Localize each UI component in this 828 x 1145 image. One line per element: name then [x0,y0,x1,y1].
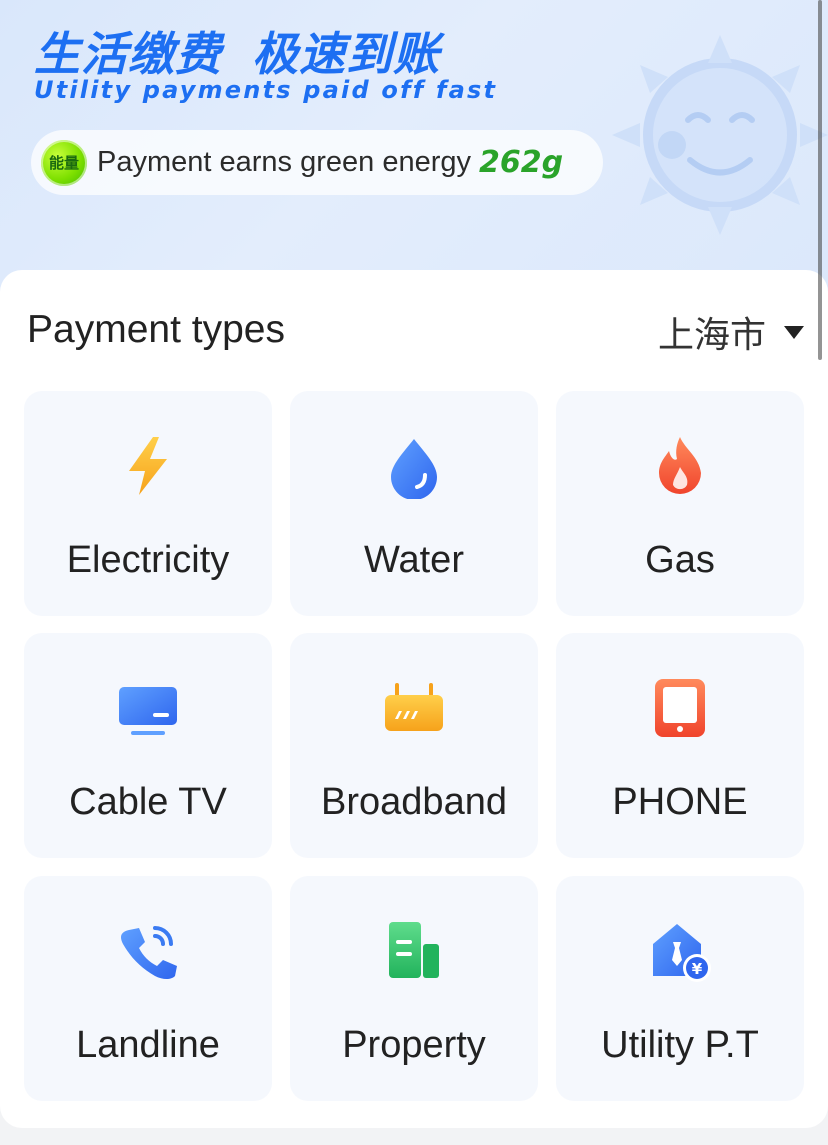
tile-cable-tv[interactable]: Cable TV [24,633,272,858]
bottom-strip [0,1128,828,1145]
energy-text: Payment earns green energy [97,146,471,178]
lightning-icon [129,437,167,495]
tile-label: Landline [76,1024,220,1066]
mobile-phone-icon [655,679,705,737]
tile-label: Electricity [66,539,230,581]
tile-electricity[interactable]: Electricity [24,391,272,616]
tile-label: Water [364,539,464,581]
section-title: Payment types [27,308,285,351]
tile-label: Utility P.T [601,1024,759,1066]
svg-text:¥: ¥ [692,960,703,978]
tile-property[interactable]: Property [290,876,538,1101]
city-label: 上海市 [657,315,766,356]
city-selector[interactable]: 上海市 [658,306,804,358]
tile-utility-pt[interactable]: ¥ Utility P.T [556,876,804,1101]
payment-types-card: Payment types 上海市 Electricity Water Gas [0,270,828,1128]
building-icon [389,922,439,978]
tile-landline[interactable]: Landline [24,876,272,1101]
energy-badge-text: 能量 [48,154,79,172]
tile-gas[interactable]: Gas [556,391,804,616]
banner-chinese-title: 生活缴费 极速到账 [34,18,440,84]
telephone-icon [121,926,177,979]
flame-icon [659,437,701,494]
banner: 生活缴费 极速到账 Utility payments paid off fast … [0,0,828,300]
router-icon [385,683,443,731]
tile-label: Gas [645,539,715,581]
house-yuan-icon: ¥ [653,924,711,982]
caret-down-icon [784,325,804,339]
tile-label: PHONE [612,781,748,823]
sun-mascot-icon [612,35,828,235]
banner-title-part1: 生活缴费 [34,27,222,81]
tile-phone[interactable]: PHONE [556,633,804,858]
water-drop-icon [391,439,437,499]
banner-english-subtitle: Utility payments paid off fast [34,76,498,104]
tile-label: Property [342,1024,486,1066]
tile-label: Broadband [321,781,507,823]
energy-badge-icon: 能量 [41,139,87,186]
tv-icon [119,687,177,735]
tile-water[interactable]: Water [290,391,538,616]
tile-label: Cable TV [69,781,227,823]
energy-value: 262g [479,145,564,180]
banner-title-part2: 极速到账 [252,27,440,81]
green-energy-pill[interactable]: 能量 Payment earns green energy 262g [31,130,603,195]
scrollbar[interactable] [818,0,822,360]
tile-broadband[interactable]: Broadband [290,633,538,858]
